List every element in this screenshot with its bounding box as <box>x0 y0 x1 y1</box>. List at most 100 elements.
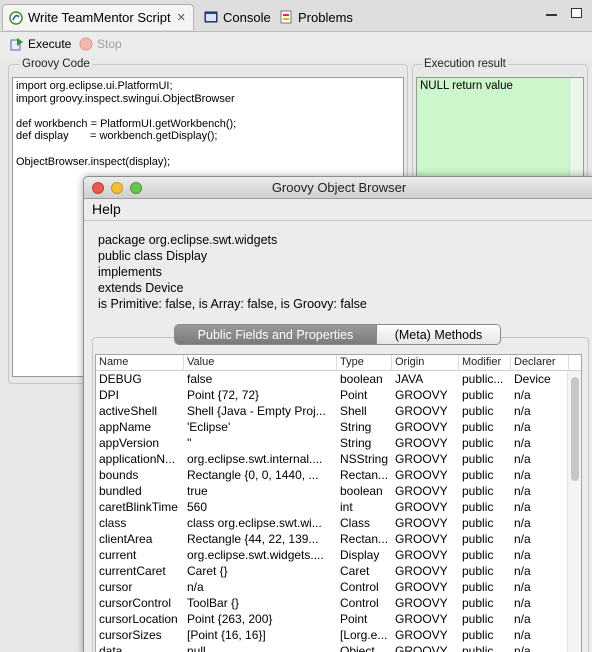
cell-origin: GROOVY <box>395 452 448 466</box>
cell-origin: GROOVY <box>395 580 448 594</box>
groovy-object-browser-window: Groovy Object Browser Help package org.e… <box>83 176 592 652</box>
table-row[interactable]: bundled true boolean GROOVY public n/a <box>96 483 581 499</box>
info-implements: implements <box>98 265 162 279</box>
table-row[interactable]: clientArea Rectangle {44, 22, 139... Recta… <box>96 531 581 547</box>
column-header-declarer[interactable]: Declarer <box>511 355 569 370</box>
cell-modifier: public <box>462 644 494 652</box>
cell-modifier: public <box>462 596 494 610</box>
table-row[interactable]: DEBUG false boolean JAVA public... Device <box>96 371 581 387</box>
cell-modifier: public <box>462 564 494 578</box>
cell-modifier: public... <box>462 372 504 386</box>
column-header-value[interactable]: Value <box>184 355 337 370</box>
info-extends: extends Device <box>98 281 184 295</box>
table-scrollbar[interactable] <box>567 371 581 652</box>
cell-declarer: n/a <box>514 580 531 594</box>
cell-value: Rectangle {44, 22, 139... <box>187 532 319 546</box>
cell-modifier: public <box>462 548 494 562</box>
stop-label: Stop <box>97 37 122 51</box>
cell-type: Control <box>340 596 379 610</box>
table-row[interactable]: applicationN... org.eclipse.swt.internal.… <box>96 451 581 467</box>
stop-icon <box>79 37 93 51</box>
cell-name: appName <box>99 420 152 434</box>
cell-origin: GROOVY <box>395 548 448 562</box>
table-row[interactable]: cursorLocation Point {263, 200} Point GROOV… <box>96 611 581 627</box>
menu-help[interactable]: Help <box>92 201 121 217</box>
cell-value: false <box>187 372 213 386</box>
close-icon[interactable]: ✕ <box>177 11 186 24</box>
table-row[interactable]: bounds Rectangle {0, 0, 1440, ... Rectan..… <box>96 467 581 483</box>
cell-name: DEBUG <box>99 372 142 386</box>
table-header: Name Value Type Origin Modifier Declarer <box>96 355 581 371</box>
groovy-icon <box>9 10 23 25</box>
script-toolbar: Execute Stop <box>0 32 592 58</box>
cell-name: cursorControl <box>99 596 172 610</box>
cell-value: Shell {Java - Empty Proj... <box>187 404 326 418</box>
cell-declarer: n/a <box>514 404 531 418</box>
column-header-name[interactable]: Name <box>96 355 184 370</box>
tab-meta-methods[interactable]: (Meta) Methods <box>376 325 500 344</box>
cell-origin: JAVA <box>395 372 424 386</box>
table-row[interactable]: appName 'Eclipse' String GROOVY public n/a <box>96 419 581 435</box>
cell-declarer: n/a <box>514 548 531 562</box>
table-row[interactable]: cursorSizes [Point {16, 16}] [Lorg.e... GRO… <box>96 627 581 643</box>
segmented-tabs: Public Fields and Properties (Meta) Meth… <box>174 324 501 345</box>
column-header-origin[interactable]: Origin <box>392 355 459 370</box>
scrollbar-thumb[interactable] <box>571 377 579 481</box>
cell-value: Caret {} <box>187 564 228 578</box>
maximize-icon[interactable] <box>571 8 582 18</box>
table-row[interactable]: DPI Point {72, 72} Point GROOVY public n/a <box>96 387 581 403</box>
execute-button[interactable]: Execute <box>10 37 71 51</box>
column-header-type[interactable]: Type <box>337 355 392 370</box>
table-row[interactable]: cursor n/a Control GROOVY public n/a <box>96 579 581 595</box>
cell-origin: GROOVY <box>395 516 448 530</box>
code-lines: import org.eclipse.ui.PlatformUI; import … <box>16 80 400 168</box>
cell-origin: GROOVY <box>395 404 448 418</box>
table-row[interactable]: caretBlinkTime 560 int GROOVY public n/a <box>96 499 581 515</box>
tab-write-teammentor-script[interactable]: Write TeamMentor Script ✕ <box>2 4 194 30</box>
cell-type: boolean <box>340 484 383 498</box>
cell-type: [Lorg.e... <box>340 628 388 642</box>
cell-name: applicationN... <box>99 452 176 466</box>
column-header-modifier[interactable]: Modifier <box>459 355 511 370</box>
cell-declarer: n/a <box>514 612 531 626</box>
tab-public-fields[interactable]: Public Fields and Properties <box>175 325 376 344</box>
cell-origin: GROOVY <box>395 644 448 652</box>
table-row[interactable]: activeShell Shell {Java - Empty Proj... Sh… <box>96 403 581 419</box>
cell-value: 560 <box>187 500 208 514</box>
table-row[interactable]: class class org.eclipse.swt.wi... Class GRO… <box>96 515 581 531</box>
cell-name: cursorSizes <box>99 628 162 642</box>
cell-origin: GROOVY <box>395 532 448 546</box>
cell-type: Point <box>340 612 368 626</box>
code-line: def workbench = PlatformUI.getWorkbench(… <box>16 117 237 130</box>
window-titlebar[interactable]: Groovy Object Browser <box>84 177 592 199</box>
table-row[interactable]: appVersion '' String GROOVY public n/a <box>96 435 581 451</box>
cell-value: '' <box>187 436 192 450</box>
cell-origin: GROOVY <box>395 612 448 626</box>
cell-name: bundled <box>99 484 142 498</box>
cell-modifier: public <box>462 468 494 482</box>
cell-name: cursor <box>99 580 133 594</box>
cell-type: int <box>340 500 353 514</box>
cell-type: Caret <box>340 564 370 578</box>
cell-declarer: n/a <box>514 516 531 530</box>
table-row[interactable]: currentCaret Caret {} Caret GROOVY public n/a <box>96 563 581 579</box>
view-tab-bar: Write TeamMentor Script ✕ Console Proble… <box>0 0 592 32</box>
cell-declarer: n/a <box>514 388 531 402</box>
table-row[interactable]: cursorControl ToolBar {} Control GROOVY publ… <box>96 595 581 611</box>
stop-button[interactable]: Stop <box>79 37 122 51</box>
cell-origin: GROOVY <box>395 628 448 642</box>
cell-modifier: public <box>462 580 494 594</box>
cell-declarer: n/a <box>514 484 531 498</box>
minimize-icon[interactable] <box>546 14 557 16</box>
cell-declarer: n/a <box>514 468 531 482</box>
tab-console[interactable]: Console <box>198 4 277 30</box>
cell-name: caretBlinkTime <box>99 500 178 514</box>
cell-type: String <box>340 436 372 450</box>
tab-problems[interactable]: Problems <box>273 4 359 30</box>
console-icon <box>204 11 218 23</box>
cell-declarer: Device <box>514 372 551 386</box>
table-row[interactable]: data null Object GROOVY public n/a <box>96 643 581 652</box>
cell-type: Control <box>340 580 379 594</box>
code-line: def display = workbench.getDisplay(); <box>16 130 218 143</box>
table-row[interactable]: current org.eclipse.swt.widgets.... Displa… <box>96 547 581 563</box>
